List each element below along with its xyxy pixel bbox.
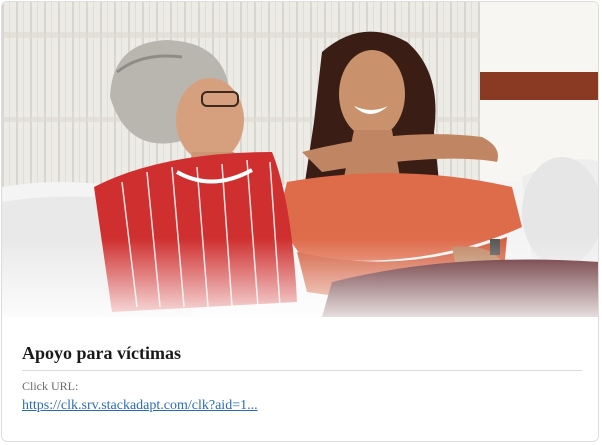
click-url-label: Click URL: [22, 379, 79, 393]
ad-image-illustration [2, 2, 598, 317]
ad-card: Apoyo para víctimas Click URL: https://c… [1, 1, 599, 442]
ad-title: Apoyo para víctimas [22, 342, 582, 371]
click-url-link[interactable]: https://clk.srv.stackadapt.com/clk?aid=1… [22, 398, 258, 414]
ad-body: Apoyo para víctimas Click URL: https://c… [22, 328, 582, 414]
ad-image[interactable] [2, 2, 598, 317]
